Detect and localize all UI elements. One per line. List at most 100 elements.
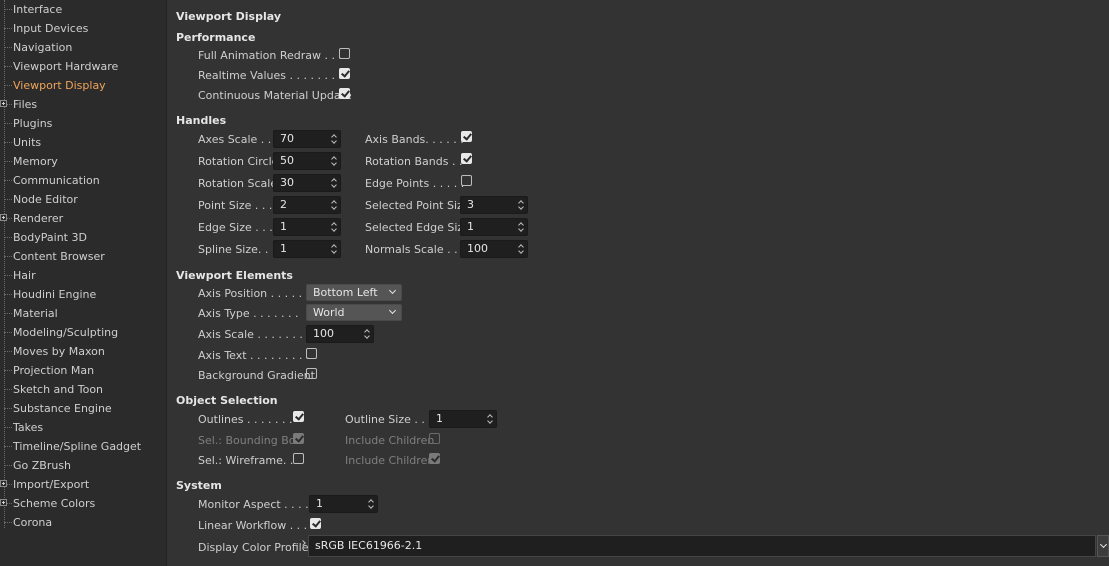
sidebar-item-label: Files — [13, 98, 38, 111]
sidebar-item[interactable]: Plugins — [0, 114, 165, 133]
sidebar-item[interactable]: Corona — [0, 513, 165, 532]
normals-scale-input[interactable]: 100 — [460, 240, 528, 258]
sidebar-item-label: Navigation — [13, 41, 73, 54]
selected-point-size-label: Selected Point Size — [365, 199, 470, 212]
point-size-input[interactable]: 2 — [273, 196, 341, 214]
sidebar-item[interactable]: Viewport Hardware — [0, 57, 165, 76]
realtime-values-checkbox[interactable] — [339, 68, 350, 79]
sidebar-item-label: Viewport Display — [13, 79, 106, 92]
section-viewport-elements-heading: Viewport Elements — [176, 269, 293, 282]
spinner-icon[interactable] — [331, 176, 338, 190]
outline-size-input[interactable]: 1 — [429, 410, 497, 428]
display-color-profile-field[interactable]: sRGB IEC61966-2.1 — [308, 535, 1096, 557]
spinner-icon[interactable] — [518, 220, 525, 234]
section-handles-heading: Handles — [176, 114, 227, 127]
axis-bands-checkbox[interactable] — [461, 131, 472, 142]
sidebar-item[interactable]: Input Devices — [0, 19, 165, 38]
sidebar-item[interactable]: Communication — [0, 171, 165, 190]
normals-scale-label: Normals Scale . . . — [365, 243, 465, 256]
sidebar-item[interactable]: Houdini Engine — [0, 285, 165, 304]
spinner-icon[interactable] — [487, 412, 494, 426]
sidebar-item-label: Units — [13, 136, 42, 149]
spinner-icon[interactable] — [331, 132, 338, 146]
edge-size-input[interactable]: 1 — [273, 218, 341, 236]
sidebar-item[interactable]: BodyPaint 3D — [0, 228, 165, 247]
axis-scale-label: Axis Scale . . . . . . . — [198, 328, 303, 341]
axis-text-checkbox[interactable] — [306, 348, 317, 359]
sidebar-item[interactable]: Viewport Display — [0, 76, 165, 95]
spinner-icon[interactable] — [331, 220, 338, 234]
expand-plus-icon[interactable] — [0, 100, 7, 107]
rotation-scale-input[interactable]: 30 — [273, 174, 341, 192]
tree-connector — [4, 351, 12, 352]
expand-plus-icon[interactable] — [0, 214, 7, 221]
expand-plus-icon[interactable] — [0, 480, 7, 487]
sidebar-item[interactable]: Node Editor — [0, 190, 165, 209]
continuous-material-update-checkbox[interactable] — [339, 88, 350, 99]
include-children-1-checkbox[interactable] — [429, 433, 440, 444]
sidebar-item[interactable]: Renderer — [0, 209, 165, 228]
sidebar-item[interactable]: Content Browser — [0, 247, 165, 266]
include-children-1-label: Include Children — [345, 434, 435, 447]
sel-wireframe-checkbox[interactable] — [293, 453, 304, 464]
spinner-icon[interactable] — [518, 242, 525, 256]
selected-edge-size-input[interactable]: 1 — [460, 218, 528, 236]
spinner-icon[interactable] — [331, 154, 338, 168]
sidebar-item[interactable]: Timeline/Spline Gadget — [0, 437, 165, 456]
sidebar-item[interactable]: Go ZBrush — [0, 456, 165, 475]
sidebar-item[interactable]: Interface — [0, 0, 165, 19]
tree-connector — [4, 332, 12, 333]
tree-connector — [4, 427, 12, 428]
axis-position-dropdown[interactable]: Bottom Left — [306, 284, 402, 301]
spinner-icon[interactable] — [331, 242, 338, 256]
background-gradient-checkbox[interactable] — [306, 368, 317, 379]
include-children-2-checkbox[interactable] — [429, 453, 440, 464]
selected-point-size-input[interactable]: 3 — [460, 196, 528, 214]
sidebar-item[interactable]: Memory — [0, 152, 165, 171]
include-children-2-label: Include Children — [345, 454, 435, 467]
tree-connector — [4, 275, 12, 276]
section-performance-heading: Performance — [176, 31, 256, 44]
tree-connector — [4, 85, 12, 86]
axis-bands-label: Axis Bands. . . . . . — [365, 133, 464, 146]
sidebar-item[interactable]: Sketch and Toon — [0, 380, 165, 399]
axes-scale-label: Axes Scale . . . — [198, 133, 279, 146]
sidebar-item[interactable]: Substance Engine — [0, 399, 165, 418]
sidebar-item[interactable]: Projection Man — [0, 361, 165, 380]
rotation-bands-checkbox[interactable] — [461, 153, 472, 164]
sidebar-item-label: Plugins — [13, 117, 53, 130]
tree-connector — [4, 446, 12, 447]
sidebar-item-label: Scheme Colors — [13, 497, 96, 510]
display-color-profile-dropdown-button[interactable] — [1097, 535, 1109, 557]
axis-scale-input[interactable]: 100 — [306, 325, 374, 343]
edge-points-checkbox[interactable] — [461, 175, 472, 186]
tree-connector — [4, 294, 12, 295]
full-animation-redraw-checkbox[interactable] — [339, 48, 350, 59]
expand-plus-icon[interactable] — [0, 499, 7, 506]
sidebar-item[interactable]: Takes — [0, 418, 165, 437]
spline-size-input[interactable]: 1 — [273, 240, 341, 258]
axes-scale-input[interactable]: 70 — [273, 130, 341, 148]
spinner-icon[interactable] — [364, 327, 371, 341]
sel-bounding-box-checkbox[interactable] — [293, 433, 304, 444]
outlines-checkbox[interactable] — [293, 411, 304, 422]
sidebar-item[interactable]: Material — [0, 304, 165, 323]
settings-panel: Viewport Display Performance Full Animat… — [167, 0, 1109, 566]
axis-position-label: Axis Position . . . . . — [198, 287, 303, 300]
sidebar-item[interactable]: Moves by Maxon — [0, 342, 165, 361]
sidebar-item[interactable]: Units — [0, 133, 165, 152]
rotation-circle-input[interactable]: 50 — [273, 152, 341, 170]
sidebar-item[interactable]: Import/Export — [0, 475, 165, 494]
sidebar-item[interactable]: Hair — [0, 266, 165, 285]
spinner-icon[interactable] — [368, 497, 375, 511]
spinner-icon[interactable] — [331, 198, 338, 212]
sidebar-item[interactable]: Navigation — [0, 38, 165, 57]
axis-type-dropdown[interactable]: World — [306, 304, 402, 321]
spinner-icon[interactable] — [518, 198, 525, 212]
display-color-profile-value: sRGB IEC61966-2.1 — [315, 539, 423, 552]
monitor-aspect-input[interactable]: 1 — [309, 495, 378, 513]
sidebar-item[interactable]: Modeling/Sculpting — [0, 323, 165, 342]
sidebar-item[interactable]: Scheme Colors — [0, 494, 165, 513]
sidebar-item[interactable]: Files — [0, 95, 165, 114]
linear-workflow-checkbox[interactable] — [310, 518, 321, 529]
